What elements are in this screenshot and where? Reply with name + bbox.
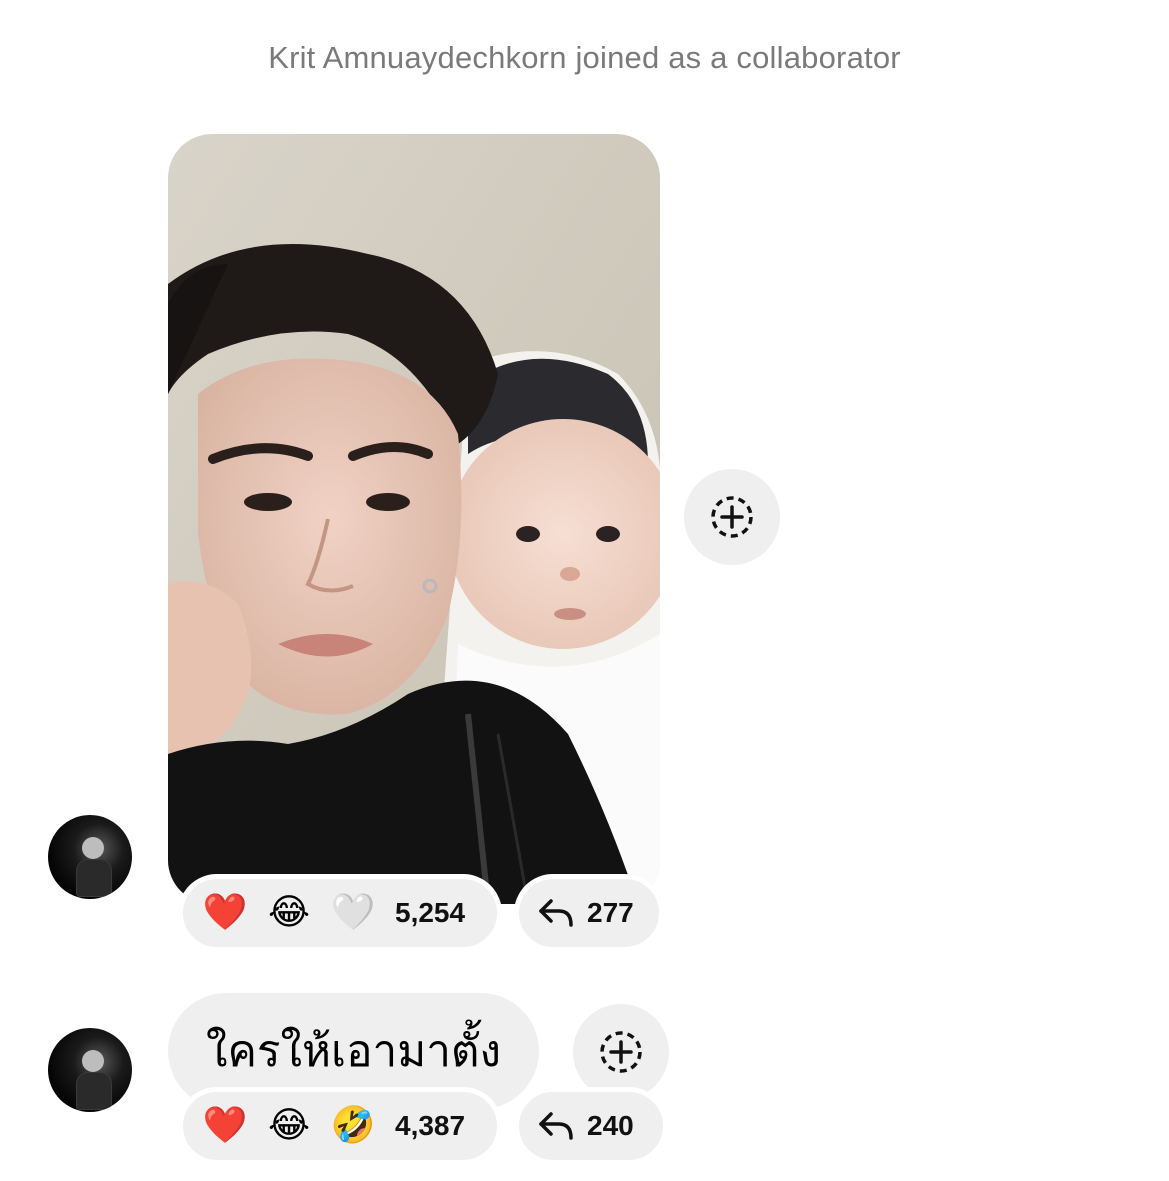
reactions-bar[interactable]: ❤️ 😂 🤍 5,254: [178, 874, 502, 952]
photo-image: [168, 134, 660, 904]
avatar-head: [82, 1050, 104, 1072]
white-heart-emoji: 🤍: [330, 892, 376, 933]
heart-emoji: ❤️: [202, 892, 248, 933]
reply-arrow-icon: [539, 1112, 573, 1140]
heart-emoji: ❤️: [202, 1105, 248, 1146]
tears-of-joy-emoji: 😂: [267, 892, 311, 933]
sender-avatar[interactable]: [48, 815, 132, 899]
replies-button[interactable]: 277: [514, 874, 664, 952]
add-reaction-icon: [600, 1031, 642, 1073]
system-message: Krit Amnuaydechkorn joined as a collabor…: [268, 40, 901, 75]
reaction-count: 5,254: [395, 897, 466, 928]
add-reaction-icon: [711, 496, 753, 538]
reply-arrow-icon: [539, 899, 573, 927]
avatar-body: [76, 1072, 112, 1110]
reply-count: 240: [587, 1110, 634, 1141]
reaction-count: 4,387: [395, 1110, 466, 1141]
reactions-bar[interactable]: ❤️ 😂 🤣 4,387: [178, 1087, 502, 1165]
add-reaction-button[interactable]: [573, 1004, 669, 1100]
rofl-emoji: 🤣: [330, 1105, 376, 1146]
replies-button[interactable]: 240: [514, 1087, 668, 1165]
avatar-head: [82, 837, 104, 859]
avatar-body: [76, 859, 112, 897]
reply-count: 277: [587, 897, 634, 928]
message-text: ใครให้เอามาตั้ง: [206, 1026, 501, 1077]
add-reaction-button[interactable]: [684, 469, 780, 565]
tears-of-joy-emoji: 😂: [267, 1105, 311, 1146]
sender-avatar[interactable]: [48, 1028, 132, 1112]
photo-message[interactable]: [168, 134, 660, 904]
